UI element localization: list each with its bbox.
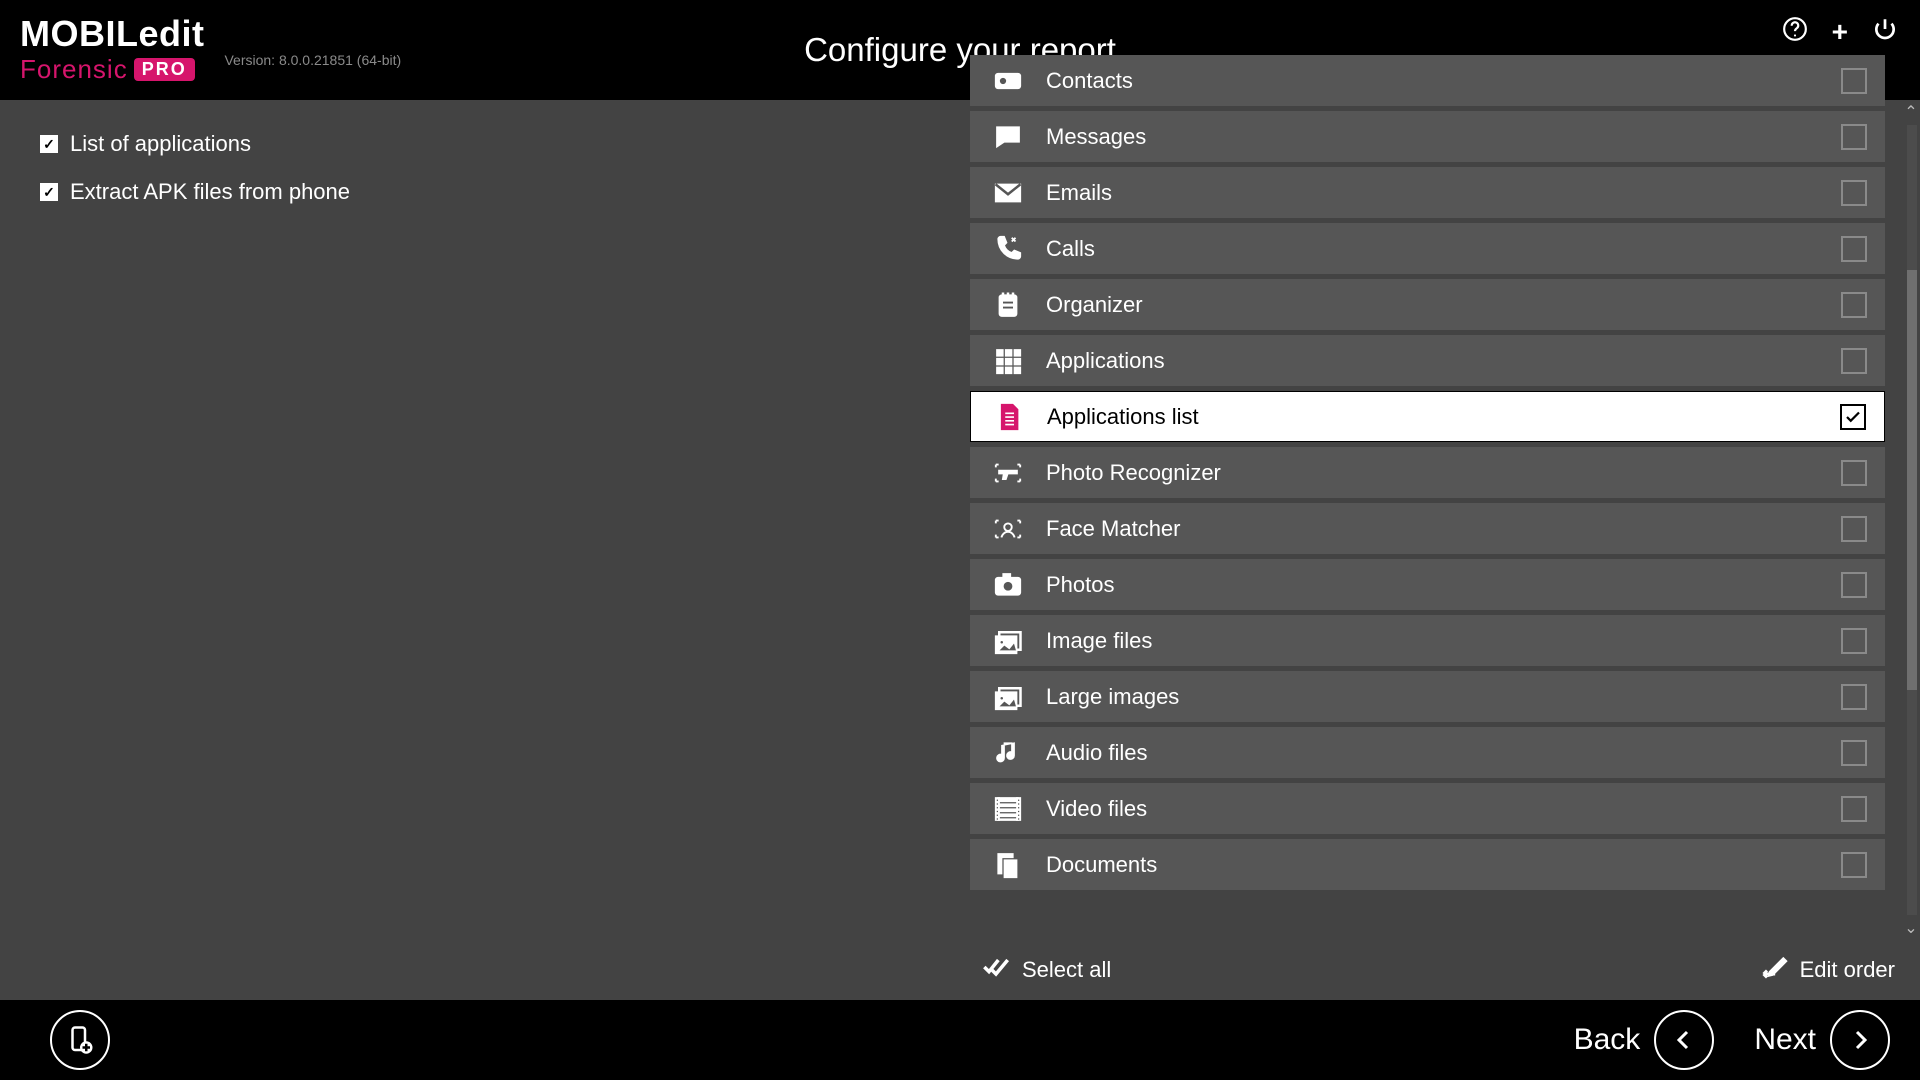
left-options-panel: ✓ List of applications ✓ Extract APK files … [0, 100, 970, 1000]
category-row-organizer[interactable]: Organizer [970, 279, 1885, 330]
category-checkbox[interactable] [1841, 516, 1867, 542]
scroll-up-arrow[interactable]: ⌃ [1902, 102, 1920, 122]
email-icon [988, 175, 1028, 211]
category-row-audio-files[interactable]: Audio files [970, 727, 1885, 778]
category-checkbox[interactable] [1841, 292, 1867, 318]
category-label: Large images [1046, 684, 1841, 710]
category-row-photos[interactable]: Photos [970, 559, 1885, 610]
category-label: Emails [1046, 180, 1841, 206]
left-option-1[interactable]: ✓ Extract APK files from phone [40, 168, 930, 216]
category-checkbox[interactable] [1841, 460, 1867, 486]
app-pro-badge: PRO [134, 58, 195, 81]
category-row-large-images[interactable]: Large images [970, 671, 1885, 722]
next-button[interactable]: Next [1754, 1010, 1890, 1070]
app-name: MOBILedit [20, 16, 204, 52]
category-row-documents[interactable]: Documents [970, 839, 1885, 890]
category-row-image-files[interactable]: Image files [970, 615, 1885, 666]
category-checkbox[interactable] [1841, 68, 1867, 94]
category-label: Video files [1046, 796, 1841, 822]
chevron-left-icon [1654, 1010, 1714, 1070]
category-row-messages[interactable]: Messages [970, 111, 1885, 162]
select-all-button[interactable]: Select all [982, 953, 1111, 987]
category-row-applications[interactable]: Applications [970, 335, 1885, 386]
category-label: Messages [1046, 124, 1841, 150]
checkbox[interactable]: ✓ [40, 183, 58, 201]
category-checkbox[interactable] [1841, 628, 1867, 654]
app-logo: MOBILedit Forensic PRO [20, 16, 204, 85]
category-row-video-files[interactable]: Video files [970, 783, 1885, 834]
category-label: Calls [1046, 236, 1841, 262]
app-subname: Forensic [20, 54, 128, 85]
category-checkbox[interactable] [1841, 180, 1867, 206]
face-icon [988, 511, 1028, 547]
category-checkbox[interactable] [1841, 684, 1867, 710]
camera-icon [988, 567, 1028, 603]
select-all-label: Select all [1022, 957, 1111, 983]
category-label: Applications [1046, 348, 1841, 374]
category-checkbox[interactable] [1841, 124, 1867, 150]
category-row-contacts[interactable]: Contacts [970, 55, 1885, 106]
category-label: Contacts [1046, 68, 1841, 94]
category-checkbox[interactable] [1841, 348, 1867, 374]
category-list-panel: ⌃ ContactsMessagesEmailsCallsOrganizerAp… [970, 100, 1920, 1000]
category-checkbox[interactable] [1841, 796, 1867, 822]
power-icon[interactable] [1872, 16, 1898, 47]
edit-order-label: Edit order [1800, 957, 1895, 983]
notepad-icon [988, 287, 1028, 323]
edit-order-icon [1760, 953, 1788, 987]
category-label: Photo Recognizer [1046, 460, 1841, 486]
add-icon[interactable]: + [1832, 18, 1848, 46]
edit-order-button[interactable]: Edit order [1760, 953, 1895, 987]
category-row-applications-list[interactable]: Applications list [970, 391, 1885, 442]
category-row-emails[interactable]: Emails [970, 167, 1885, 218]
category-label: Image files [1046, 628, 1841, 654]
next-label: Next [1754, 1023, 1816, 1057]
film-icon [988, 791, 1028, 827]
category-label: Face Matcher [1046, 516, 1841, 542]
grid-icon [988, 343, 1028, 379]
document-icon [989, 399, 1029, 435]
scrollbar-thumb[interactable] [1907, 270, 1917, 690]
category-label: Documents [1046, 852, 1841, 878]
category-checkbox[interactable] [1841, 852, 1867, 878]
left-option-0[interactable]: ✓ List of applications [40, 120, 930, 168]
bottom-bar: Back Next [0, 1000, 1920, 1080]
category-checkbox[interactable] [1841, 572, 1867, 598]
contacts-icon [988, 63, 1028, 99]
back-button[interactable]: Back [1574, 1010, 1715, 1070]
category-label: Applications list [1047, 404, 1840, 430]
category-label: Organizer [1046, 292, 1841, 318]
add-device-button[interactable] [50, 1010, 110, 1070]
image-icon [988, 623, 1028, 659]
image-icon [988, 679, 1028, 715]
checkbox[interactable]: ✓ [40, 135, 58, 153]
app-version: Version: 8.0.0.21851 (64-bit) [224, 52, 401, 68]
help-icon[interactable] [1782, 16, 1808, 47]
phone-icon [988, 231, 1028, 267]
category-row-calls[interactable]: Calls [970, 223, 1885, 274]
category-checkbox[interactable] [1841, 236, 1867, 262]
category-checkbox[interactable] [1841, 740, 1867, 766]
scrollbar-track[interactable] [1907, 125, 1917, 915]
category-label: Photos [1046, 572, 1841, 598]
scroll-down-arrow[interactable]: ⌄ [1902, 918, 1920, 938]
messages-icon [988, 119, 1028, 155]
chevron-right-icon [1830, 1010, 1890, 1070]
back-label: Back [1574, 1023, 1641, 1057]
select-all-icon [982, 953, 1010, 987]
category-row-face-matcher[interactable]: Face Matcher [970, 503, 1885, 554]
left-option-label: Extract APK files from phone [70, 179, 350, 205]
left-option-label: List of applications [70, 131, 251, 157]
music-icon [988, 735, 1028, 771]
category-row-photo-recognizer[interactable]: Photo Recognizer [970, 447, 1885, 498]
category-label: Audio files [1046, 740, 1841, 766]
gun-icon [988, 455, 1028, 491]
category-checkbox[interactable] [1840, 404, 1866, 430]
docs-icon [988, 847, 1028, 883]
